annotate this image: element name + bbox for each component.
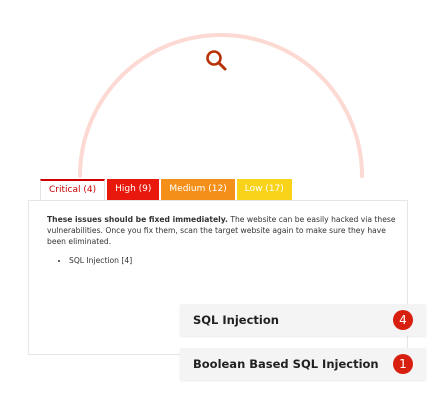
issue-card-boolean-sql-injection[interactable]: Boolean Based SQL Injection 1 bbox=[180, 348, 426, 380]
card-label: Boolean Based SQL Injection bbox=[193, 357, 379, 371]
issue-card-sql-injection[interactable]: SQL Injection 4 bbox=[180, 304, 426, 336]
count-badge: 1 bbox=[393, 354, 413, 374]
tab-critical[interactable]: Critical (4) bbox=[40, 179, 106, 200]
issue-list: SQL Injection [4] bbox=[57, 256, 132, 265]
count-badge: 4 bbox=[393, 310, 413, 330]
search-icon bbox=[206, 50, 227, 71]
panel-description: These issues should be fixed immediately… bbox=[47, 214, 403, 247]
tab-medium[interactable]: Medium (12) bbox=[161, 179, 235, 200]
panel-bold-text: These issues should be fixed immediately… bbox=[47, 215, 228, 224]
list-item: SQL Injection [4] bbox=[69, 256, 132, 265]
severity-tabs: Critical (4) High (9) Medium (12) Low (1… bbox=[40, 179, 292, 200]
vulnerability-summary: Critical (4) High (9) Medium (12) Low (1… bbox=[0, 0, 446, 400]
decorative-arc bbox=[78, 33, 364, 178]
card-label: SQL Injection bbox=[193, 313, 279, 327]
tab-high[interactable]: High (9) bbox=[107, 179, 160, 200]
tab-low[interactable]: Low (17) bbox=[236, 179, 292, 200]
